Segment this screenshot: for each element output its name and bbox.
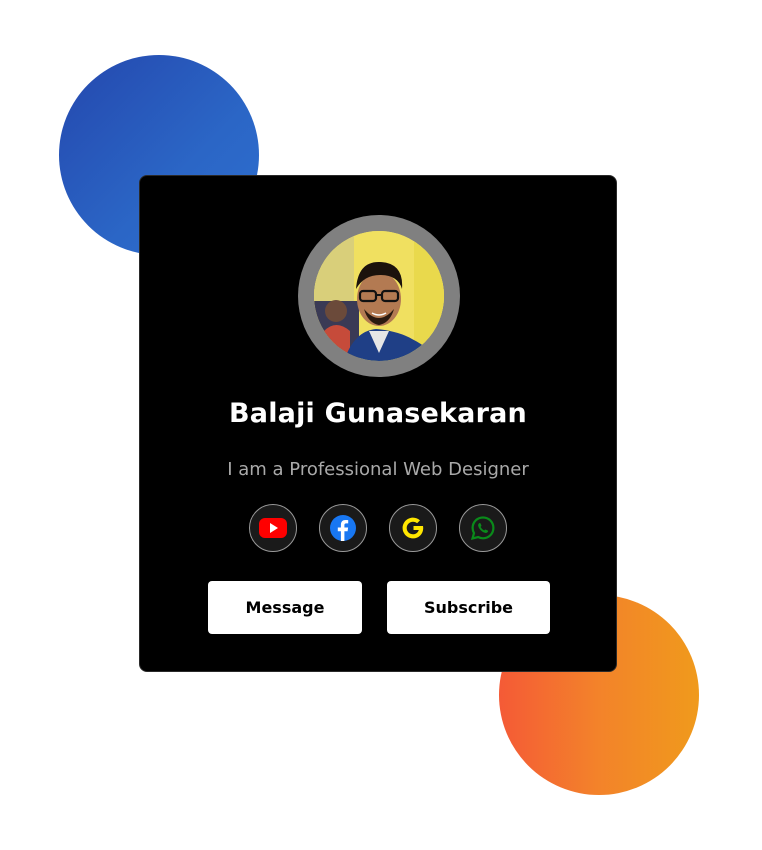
profile-name: Balaji Gunasekaran (229, 398, 527, 429)
youtube-link[interactable] (249, 504, 297, 552)
profile-card: Balaji Gunasekaran I am a Professional W… (139, 175, 617, 672)
page-stage: Balaji Gunasekaran I am a Professional W… (0, 0, 762, 850)
subscribe-button[interactable]: Subscribe (387, 581, 550, 634)
google-link[interactable] (389, 504, 437, 552)
avatar (314, 231, 444, 361)
avatar-photo (314, 231, 444, 361)
profile-role: I am a Professional Web Designer (227, 459, 529, 480)
youtube-icon (259, 518, 287, 538)
avatar-ring (298, 215, 460, 377)
facebook-link[interactable] (319, 504, 367, 552)
message-button[interactable]: Message (208, 581, 362, 634)
facebook-icon (330, 515, 356, 541)
whatsapp-link[interactable] (459, 504, 507, 552)
whatsapp-icon (470, 516, 495, 541)
social-links (249, 504, 509, 554)
google-icon (402, 517, 424, 539)
